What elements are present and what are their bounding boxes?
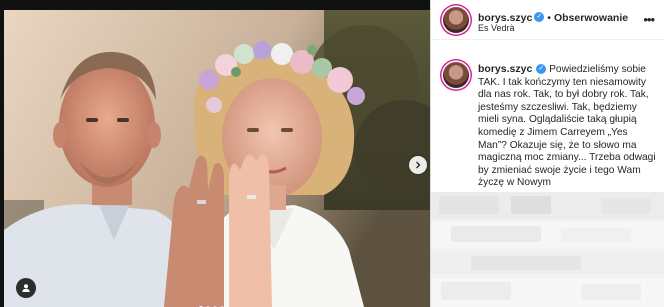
blur-block [581, 284, 641, 300]
blur-block [561, 228, 631, 242]
caption-username-link[interactable]: borys.szyc [478, 63, 532, 75]
caption-text: Powiedzieliśmy sobie TAK. I tak kończymy… [478, 64, 656, 189]
blur-block [451, 226, 541, 242]
ellipsis-icon[interactable]: ••• [643, 12, 655, 27]
instagram-post: borys.szyc ✓ • Obserwowanie Es Vedrà ••• bo… [0, 0, 664, 307]
verified-badge-icon: ✓ [536, 64, 547, 75]
blur-block [441, 282, 511, 300]
post-photo[interactable] [4, 10, 430, 307]
caption-avatar[interactable] [443, 62, 469, 88]
user-tag-icon [22, 284, 30, 292]
blurred-comments-area [431, 192, 664, 307]
post-header: borys.szyc ✓ • Obserwowanie Es Vedrà ••• [431, 0, 664, 40]
blur-block [601, 198, 651, 214]
verified-badge-icon: ✓ [534, 11, 545, 22]
blur-block [439, 196, 499, 214]
wedding-photo-illustration [4, 10, 430, 307]
media-top-bar [0, 0, 430, 10]
user-tags-button[interactable] [16, 278, 36, 298]
next-photo-button[interactable] [409, 156, 427, 174]
chevron-right-icon [416, 161, 421, 169]
following-button[interactable]: Obserwowanie [554, 12, 628, 24]
caption-text-block: borys.szyc ✓ Powiedzieliśmy sobie TAK. I … [478, 63, 658, 190]
blur-block [471, 256, 581, 270]
blur-block [511, 196, 551, 214]
avatar[interactable] [443, 7, 469, 33]
caption-section: borys.szyc ✓ Powiedzieliśmy sobie TAK. I … [431, 40, 664, 192]
separator-dot: • [547, 12, 551, 24]
location-link[interactable]: Es Vedrà [478, 23, 515, 33]
